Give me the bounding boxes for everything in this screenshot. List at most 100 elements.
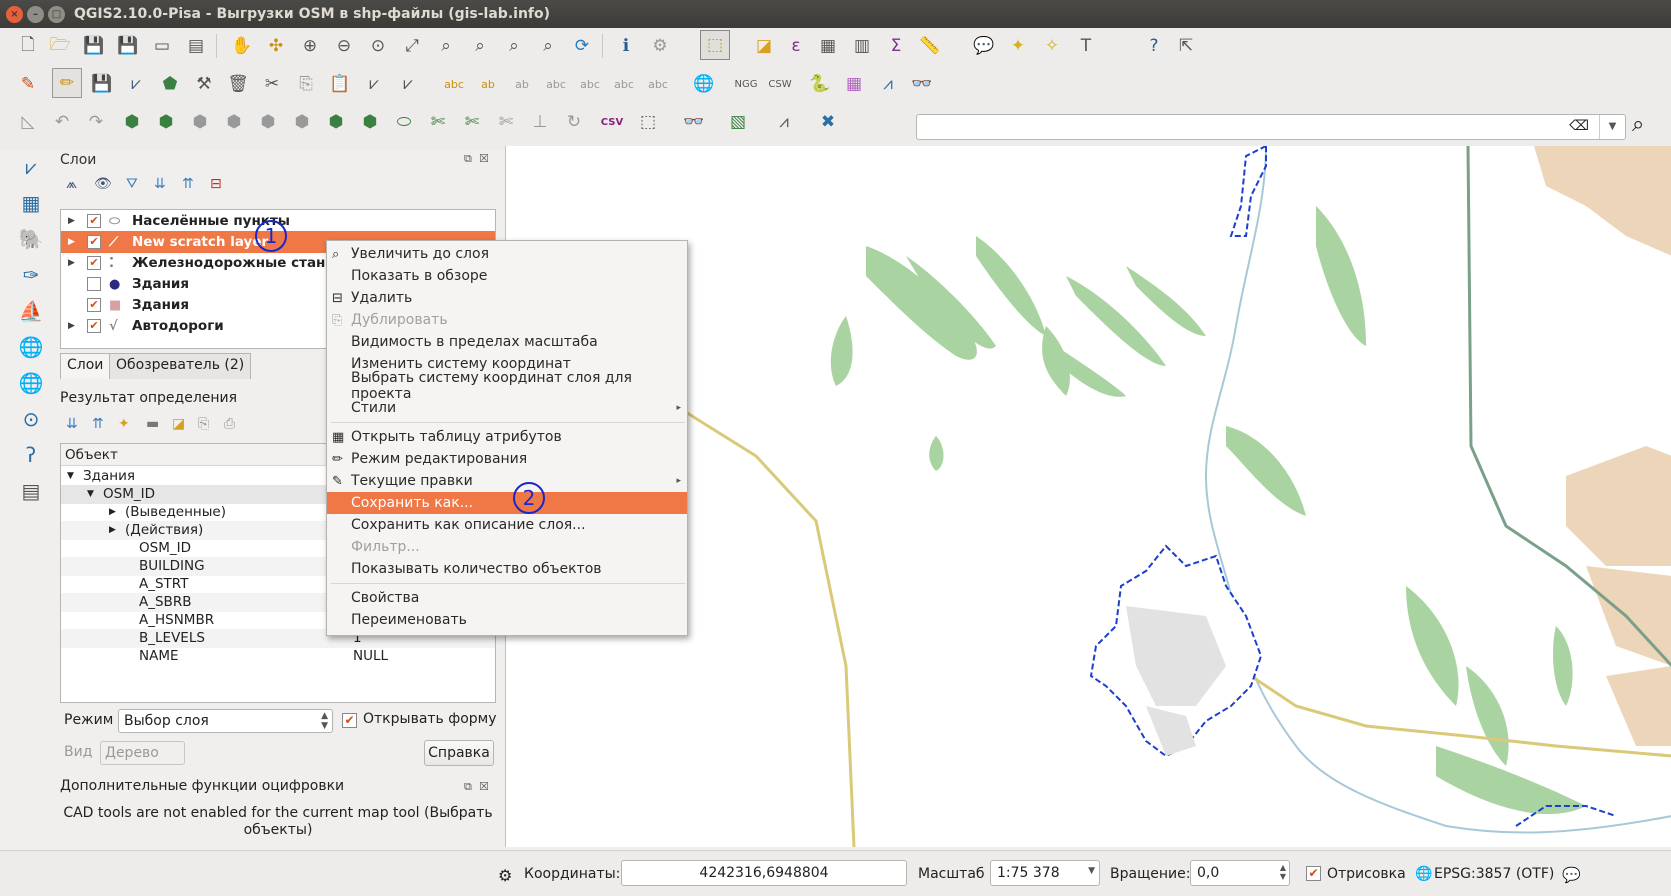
move-label-icon[interactable]: abc [542, 70, 570, 98]
close-window-button[interactable]: × [6, 6, 23, 23]
delete-part-icon[interactable]: ⬢ [356, 108, 384, 136]
render-checkbox[interactable]: ✔ [1306, 866, 1321, 881]
label-properties-icon[interactable]: abc [644, 70, 672, 98]
collapse-all-icon[interactable]: ⇈ [182, 176, 194, 192]
delete-selected-icon[interactable]: 🗑 [224, 70, 252, 98]
show-bookmarks-icon[interactable]: ✧ [1038, 32, 1066, 60]
select-features-icon[interactable]: ⬚ [700, 30, 730, 60]
save-as-project-icon[interactable]: 💾 [114, 32, 142, 60]
expand-tree-icon[interactable]: ⇊ [66, 416, 78, 432]
label-icon[interactable]: abc [440, 70, 468, 98]
add-wcs-layer-icon[interactable]: 🌐 [14, 368, 48, 398]
identify-icon[interactable]: ℹ [612, 32, 640, 60]
toggle-editing-icon[interactable]: ✏ [52, 68, 82, 98]
add-wms-layer-icon[interactable]: 🌐 [14, 332, 48, 362]
xy-tool-icon[interactable]: ✖ [814, 108, 842, 136]
add-postgis-layer-icon[interactable]: 🐘 [14, 224, 48, 254]
menu-item[interactable]: Фильтр... [327, 536, 687, 558]
chevron-down-icon[interactable]: ▼ [1088, 866, 1095, 876]
zoom-in-icon[interactable]: ⊕ [296, 32, 324, 60]
layer-checkbox[interactable]: ✔ [87, 298, 101, 312]
add-vector-layer-icon[interactable]: ⩗ [14, 152, 48, 182]
view-select[interactable]: Дерево [100, 741, 185, 765]
add-part-icon[interactable]: ⬢ [254, 108, 282, 136]
simplify-feature-icon[interactable]: ⬢ [220, 108, 248, 136]
tab-layers[interactable]: Слои [60, 353, 111, 379]
menu-item[interactable]: Выбрать систему координат слоя для проек… [327, 370, 687, 402]
manage-visibility-icon[interactable]: 👁 [94, 176, 112, 192]
rotate-label-icon[interactable]: abc [576, 70, 604, 98]
copy-feature-icon[interactable]: ⎘ [198, 416, 209, 432]
expand-new-icon[interactable]: ✦ [118, 416, 130, 432]
filter-legend-icon[interactable]: ⛛ [126, 176, 138, 192]
cut-icon[interactable]: ✂ [258, 70, 286, 98]
text-annotation-icon[interactable]: T [1072, 32, 1100, 60]
print-icon[interactable]: ⎙ [224, 416, 235, 432]
zoom-last-icon[interactable]: ⌕ [500, 32, 528, 60]
reshape-icon[interactable]: ⬭ [390, 108, 418, 136]
zoom-native-icon[interactable]: ⊙ [364, 32, 392, 60]
menu-item[interactable]: Свойства [327, 587, 687, 609]
expand-arrow-icon[interactable]: ▶ [109, 525, 116, 535]
merge-features-icon[interactable]: ⊥ [526, 108, 554, 136]
expand-all-icon[interactable]: ⇊ [154, 176, 166, 192]
pan-icon[interactable]: ✋ [228, 32, 256, 60]
layer-checkbox[interactable]: ✔ [87, 256, 101, 270]
offset-curve-icon[interactable]: ✄ [424, 108, 452, 136]
change-label-icon[interactable]: abc [610, 70, 638, 98]
menu-item[interactable]: Стили ▸ [327, 397, 687, 419]
add-raster-layer-icon[interactable]: ▦ [14, 188, 48, 218]
zoom-out-icon[interactable]: ⊖ [330, 32, 358, 60]
open-form-icon[interactable]: ▬ [146, 416, 159, 432]
expand-arrow-icon[interactable]: ▶ [68, 258, 75, 268]
zoom-next-icon[interactable]: ⌕ [534, 32, 562, 60]
chevron-down-icon[interactable]: ▼ [1599, 115, 1625, 139]
mode-select[interactable]: Выбор слоя ▲ ▼ [118, 709, 333, 733]
new-print-composer-icon[interactable]: ▭ [148, 32, 176, 60]
csv-shp-icon[interactable]: CSV [598, 108, 626, 136]
add-polygon-icon[interactable]: ⬟ [156, 70, 184, 98]
crs-globe-icon[interactable]: 🌐 [1415, 866, 1432, 882]
scale-field[interactable]: 1:75 378 ▼ [990, 860, 1100, 886]
expand-arrow-icon[interactable]: ▶ [68, 216, 75, 226]
float-dock-icon[interactable]: ⧉ [464, 780, 472, 794]
pin-labels-icon[interactable]: ab [474, 70, 502, 98]
current-edits-icon[interactable]: ✎ [14, 70, 42, 98]
digitize-icon[interactable]: ◺ [14, 108, 42, 136]
save-project-icon[interactable]: 💾 [80, 32, 108, 60]
delete-ring-icon[interactable]: ⬢ [322, 108, 350, 136]
save-edits-icon[interactable]: 💾 [88, 70, 116, 98]
coordinate-toggle-icon[interactable]: ⚙ [498, 866, 512, 885]
menu-item[interactable]: ✎ Текущие правки ▸ [327, 470, 687, 492]
expand-arrow-icon[interactable]: ▶ [109, 507, 116, 517]
show-hide-labels-icon[interactable]: ab [508, 70, 536, 98]
collapse-tree-icon[interactable]: ⇈ [92, 416, 104, 432]
add-ring-icon[interactable]: ⩗ [394, 70, 422, 98]
menu-item[interactable]: Переименовать [327, 609, 687, 631]
search-icon[interactable]: ⌕ [1632, 112, 1644, 137]
raster-grid-icon[interactable]: ▦ [840, 70, 868, 98]
layer-checkbox[interactable]: ✔ [87, 319, 101, 333]
close-dock-icon[interactable]: ☒ [479, 152, 489, 165]
menu-item[interactable]: Видимость в пределах масштаба [327, 331, 687, 353]
map-tips-icon[interactable]: 💬 [970, 32, 998, 60]
statistics-icon[interactable]: Σ [882, 32, 910, 60]
expression-select-icon[interactable]: ε [782, 32, 810, 60]
expand-arrow-icon[interactable]: ▼ [87, 489, 94, 499]
undo-icon[interactable]: ↶ [48, 108, 76, 136]
new-bookmark-icon[interactable]: ✦ [1004, 32, 1032, 60]
layer-download-icon[interactable]: ⩘ [770, 108, 798, 136]
menu-item[interactable]: ⎘ Дублировать [327, 309, 687, 331]
new-project-icon[interactable]: 🗋 [14, 32, 42, 60]
menu-item[interactable]: ⊟ Удалить [327, 287, 687, 309]
messages-icon[interactable]: 💬 [1562, 866, 1581, 884]
rotate-point-icon[interactable]: ↻ [560, 108, 588, 136]
new-scratch-layer-icon[interactable]: ▤ [14, 476, 48, 506]
expand-arrow-icon[interactable]: ▶ [68, 321, 75, 331]
map-plugin-icon[interactable]: ▧ [724, 108, 752, 136]
menu-item[interactable]: Показывать количество объектов [327, 558, 687, 580]
clear-search-icon[interactable]: ⌫ [1569, 118, 1589, 134]
open-form-checkbox[interactable]: ✔ [342, 713, 357, 728]
menu-item[interactable]: ⌕ Увеличить до слоя [327, 243, 687, 265]
pan-to-selection-icon[interactable]: ✣ [262, 32, 290, 60]
